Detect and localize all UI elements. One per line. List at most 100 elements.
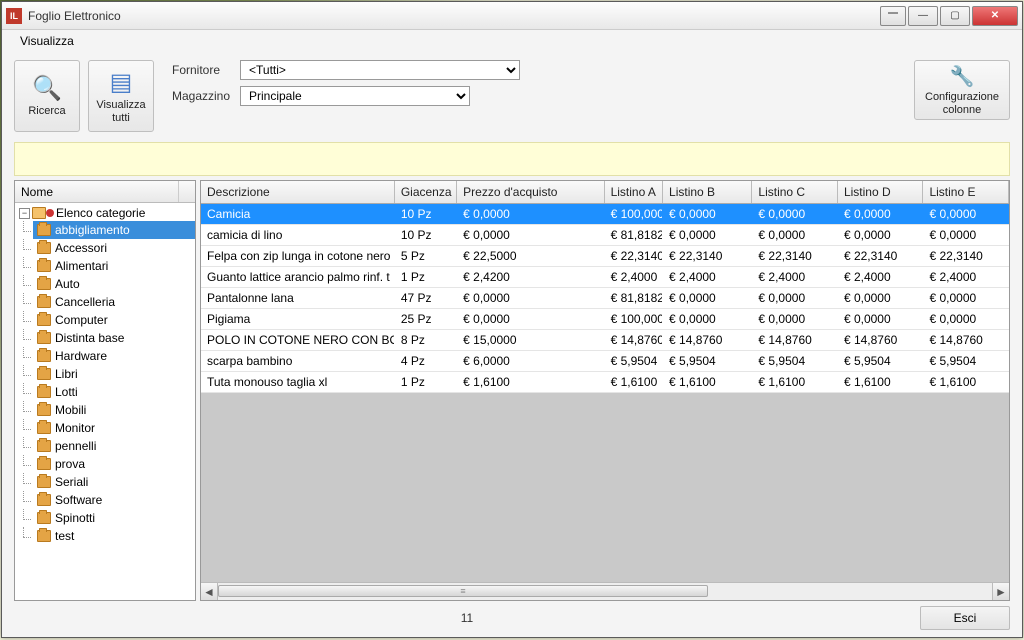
visualizza-tutti-button[interactable]: ▤ Visualizza tutti	[88, 60, 154, 132]
ricerca-button[interactable]: 🔍 Ricerca	[14, 60, 80, 132]
data-grid: DescrizioneGiacenzaPrezzo d'acquistoList…	[200, 180, 1010, 601]
table-row[interactable]: Camicia10 Pz€ 0,0000€ 100,0000€ 0,0000€ …	[201, 204, 1009, 225]
cell: POLO IN COTONE NERO CON BORD	[201, 330, 395, 350]
cell: € 5,9504	[663, 351, 752, 371]
table-row[interactable]: scarpa bambino4 Pz€ 6,0000€ 5,9504€ 5,95…	[201, 351, 1009, 372]
tree-item-distinta-base[interactable]: Distinta base	[33, 329, 195, 347]
grid-body[interactable]: Camicia10 Pz€ 0,0000€ 100,0000€ 0,0000€ …	[201, 204, 1009, 582]
cell: € 2,4000	[838, 267, 924, 287]
scroll-right-button[interactable]: ►	[992, 583, 1009, 600]
tree-item-label: Accessori	[55, 241, 107, 255]
magazzino-row: Magazzino Principale	[172, 86, 896, 106]
tree-item-test[interactable]: test	[33, 527, 195, 545]
cell: Pigiama	[201, 309, 395, 329]
collapse-icon[interactable]: −	[19, 208, 30, 219]
tree-item-cancelleria[interactable]: Cancelleria	[33, 293, 195, 311]
tree-item-label: Cancelleria	[55, 295, 115, 309]
toolbar: 🔍 Ricerca ▤ Visualizza tutti Fornitore <…	[2, 52, 1022, 142]
tree-item-label: abbigliamento	[55, 223, 130, 237]
column-header[interactable]: Listino C	[752, 181, 838, 203]
tree-item-label: Alimentari	[55, 259, 108, 273]
folder-icon	[37, 530, 51, 542]
folder-icon	[37, 332, 51, 344]
column-header[interactable]: Listino D	[838, 181, 924, 203]
tree-item-monitor[interactable]: Monitor	[33, 419, 195, 437]
tree-body[interactable]: − Elenco categorie abbigliamento Accessor…	[15, 203, 195, 600]
tree-item-label: pennelli	[55, 439, 96, 453]
cell: € 81,8182	[605, 288, 663, 308]
tree-item-label: Distinta base	[55, 331, 124, 345]
column-header[interactable]: Giacenza	[395, 181, 457, 203]
cell: € 22,3140	[605, 246, 663, 266]
menu-visualizza[interactable]: Visualizza	[12, 32, 82, 50]
magazzino-select[interactable]: Principale	[240, 86, 470, 106]
window-minimize-button[interactable]: —	[908, 6, 938, 26]
cell: € 1,6100	[457, 372, 604, 392]
cell: € 0,0000	[923, 288, 1009, 308]
tree-item-software[interactable]: Software	[33, 491, 195, 509]
tree-root-node[interactable]: − Elenco categorie	[15, 205, 195, 221]
window-help-button[interactable]: ⎻	[880, 6, 906, 26]
tree-item-abbigliamento[interactable]: abbigliamento	[33, 221, 195, 239]
tree-item-computer[interactable]: Computer	[33, 311, 195, 329]
tree-header[interactable]: Nome	[15, 181, 195, 203]
scroll-left-button[interactable]: ◄	[201, 583, 218, 600]
table-row[interactable]: camicia di lino10 Pz€ 0,0000€ 81,8182€ 0…	[201, 225, 1009, 246]
horizontal-scrollbar[interactable]: ◄ ≡ ►	[201, 582, 1009, 600]
window-close-button[interactable]: ✕	[972, 6, 1018, 26]
table-row[interactable]: Pigiama25 Pz€ 0,0000€ 100,0000€ 0,0000€ …	[201, 309, 1009, 330]
column-header[interactable]: Listino E	[923, 181, 1009, 203]
cell: € 1,6100	[752, 372, 838, 392]
cell: € 22,3140	[752, 246, 838, 266]
cell: Pantalonne lana	[201, 288, 395, 308]
table-row[interactable]: Tuta monouso taglia xl1 Pz€ 1,6100€ 1,61…	[201, 372, 1009, 393]
table-row[interactable]: Felpa con zip lunga in cotone nero5 Pz€ …	[201, 246, 1009, 267]
cell: 5 Pz	[395, 246, 457, 266]
fornitore-select[interactable]: <Tutti>	[240, 60, 520, 80]
folder-icon	[37, 224, 51, 236]
tree-item-mobili[interactable]: Mobili	[33, 401, 195, 419]
tree-item-alimentari[interactable]: Alimentari	[33, 257, 195, 275]
cell: € 0,0000	[752, 204, 838, 224]
wrench-icon: 🔧	[950, 64, 975, 89]
list-icon: ▤	[110, 68, 133, 97]
folder-icon	[37, 260, 51, 272]
folder-icon	[37, 242, 51, 254]
table-row[interactable]: Pantalonne lana47 Pz€ 0,0000€ 81,8182€ 0…	[201, 288, 1009, 309]
column-header[interactable]: Descrizione	[201, 181, 395, 203]
cell: € 2,4000	[923, 267, 1009, 287]
tree-item-spinotti[interactable]: Spinotti	[33, 509, 195, 527]
column-header[interactable]: Listino A	[605, 181, 663, 203]
cell: camicia di lino	[201, 225, 395, 245]
tree-item-auto[interactable]: Auto	[33, 275, 195, 293]
cell: € 0,0000	[838, 288, 924, 308]
scroll-track[interactable]: ≡	[218, 583, 992, 600]
column-header[interactable]: Prezzo d'acquisto	[457, 181, 604, 203]
tree-item-seriali[interactable]: Seriali	[33, 473, 195, 491]
tree-item-libri[interactable]: Libri	[33, 365, 195, 383]
tree-item-lotti[interactable]: Lotti	[33, 383, 195, 401]
table-row[interactable]: Guanto lattice arancio palmo rinf. t1 Pz…	[201, 267, 1009, 288]
cell: € 14,8760	[752, 330, 838, 350]
tree-item-label: Hardware	[55, 349, 107, 363]
table-row[interactable]: POLO IN COTONE NERO CON BORD8 Pz€ 15,000…	[201, 330, 1009, 351]
tree-item-pennelli[interactable]: pennelli	[33, 437, 195, 455]
tree-item-prova[interactable]: prova	[33, 455, 195, 473]
folder-icon	[37, 296, 51, 308]
titlebar[interactable]: IL Foglio Elettronico ⎻ — ▢ ✕	[2, 2, 1022, 30]
folder-icon	[37, 350, 51, 362]
window-maximize-button[interactable]: ▢	[940, 6, 970, 26]
tree-item-label: Mobili	[55, 403, 86, 417]
cell: € 0,0000	[663, 204, 752, 224]
folder-icon	[32, 207, 46, 219]
cell: € 0,0000	[838, 225, 924, 245]
tree-item-accessori[interactable]: Accessori	[33, 239, 195, 257]
cell: € 2,4200	[457, 267, 604, 287]
config-colonne-button[interactable]: 🔧 Configurazione colonne	[914, 60, 1010, 120]
tree-item-label: Monitor	[55, 421, 95, 435]
cell: € 14,8760	[923, 330, 1009, 350]
scroll-thumb[interactable]: ≡	[218, 585, 708, 597]
tree-item-hardware[interactable]: Hardware	[33, 347, 195, 365]
column-header[interactable]: Listino B	[663, 181, 752, 203]
exit-button[interactable]: Esci	[920, 606, 1010, 630]
